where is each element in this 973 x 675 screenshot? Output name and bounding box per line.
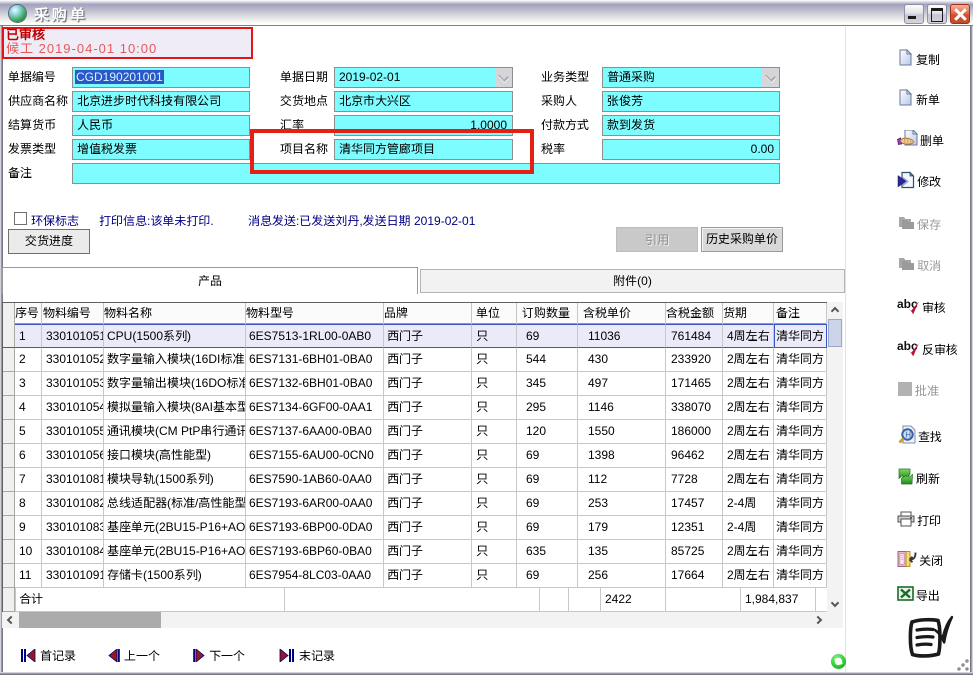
svg-text:H: H xyxy=(905,431,911,440)
